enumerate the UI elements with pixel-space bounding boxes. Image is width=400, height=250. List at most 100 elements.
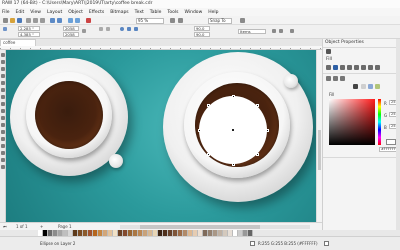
selection-node[interactable] <box>231 162 235 166</box>
width-field[interactable]: 2058 <box>63 26 79 31</box>
menu-help[interactable]: Help <box>208 10 218 15</box>
snap-to-dropdown[interactable]: Snap To <box>208 17 232 24</box>
menu-object[interactable]: Object <box>68 10 83 15</box>
color-slider-icon[interactable] <box>368 84 373 89</box>
two-color-pattern-fill-icon[interactable] <box>361 65 366 70</box>
menu-text[interactable]: Text <box>135 10 144 15</box>
color-viewer-icon[interactable] <box>361 84 366 89</box>
selection-node[interactable] <box>207 153 210 156</box>
open-folder-icon[interactable] <box>10 18 15 23</box>
selection-node[interactable] <box>197 128 201 132</box>
connector-tool-icon[interactable] <box>1 130 5 134</box>
pick-tool-icon[interactable] <box>1 53 5 57</box>
menu-edit[interactable]: Edit <box>16 10 25 15</box>
no-fill-icon[interactable] <box>326 65 331 70</box>
ellipse-tool-active-icon[interactable] <box>1 102 5 106</box>
texture-fill-icon[interactable] <box>368 65 373 70</box>
fill-options-icon[interactable] <box>326 76 331 81</box>
redo-icon[interactable] <box>57 18 62 23</box>
outline-swatch[interactable] <box>324 241 329 246</box>
menu-bitmaps[interactable]: Bitmaps <box>110 10 128 15</box>
menu-window[interactable]: Window <box>185 10 203 15</box>
crop-tool-icon[interactable] <box>1 67 5 71</box>
color-picker-field[interactable] <box>329 99 375 145</box>
shape-tool-icon[interactable] <box>1 60 5 64</box>
pie-mode-icon[interactable] <box>127 27 131 31</box>
first-page-icon[interactable]: ⏮ <box>3 224 7 229</box>
left-cup-handle[interactable] <box>109 154 123 168</box>
overprint-fill-icon[interactable] <box>340 76 345 81</box>
bitmap-pattern-fill-icon[interactable] <box>354 65 359 70</box>
zoom-level-select[interactable]: 95 % <box>136 17 164 24</box>
height-field[interactable]: 2058 <box>63 32 79 37</box>
drawing-canvas[interactable] <box>6 50 316 222</box>
interactive-fill-tool-icon[interactable] <box>1 158 5 162</box>
polygon-tool-icon[interactable] <box>1 109 5 113</box>
mirror-horizontal-icon[interactable] <box>99 27 103 31</box>
eyedropper-tool-icon[interactable] <box>1 151 5 155</box>
selection-node[interactable] <box>256 153 259 156</box>
ellipse-tool-icon[interactable] <box>3 27 7 31</box>
outline-width-select[interactable]: Items <box>238 29 266 34</box>
y-position-field[interactable]: 4.385 " <box>18 32 40 37</box>
postscript-fill-icon[interactable] <box>375 65 380 70</box>
paste-icon[interactable] <box>40 18 45 23</box>
selection-node[interactable] <box>207 104 210 107</box>
parallel-dimension-tool-icon[interactable] <box>1 123 5 127</box>
menu-table[interactable]: Table <box>150 10 162 15</box>
hue-slider[interactable] <box>378 99 381 145</box>
color-palette-icon[interactable] <box>375 84 380 89</box>
add-page-icon[interactable]: + <box>40 224 43 229</box>
ellipse-mode-icon[interactable] <box>120 27 124 31</box>
uniform-fill-icon[interactable] <box>333 65 338 70</box>
to-front-icon[interactable] <box>272 29 276 33</box>
smart-fill-tool-icon[interactable] <box>1 165 5 169</box>
document-tab[interactable]: coffee break.cdr <box>0 39 36 51</box>
convert-to-curves-icon[interactable] <box>290 29 294 33</box>
horizontal-scrollbar[interactable] <box>120 225 310 229</box>
rulers-icon[interactable] <box>178 18 183 23</box>
vector-pattern-fill-icon[interactable] <box>347 65 352 70</box>
horizontal-scroll-thumb[interactable] <box>140 225 260 229</box>
drop-shadow-tool-icon[interactable] <box>1 137 5 141</box>
docker-tabs[interactable] <box>396 39 400 230</box>
left-coffee[interactable] <box>35 81 103 149</box>
artistic-media-tool-icon[interactable] <box>1 88 5 92</box>
cut-icon[interactable] <box>26 18 31 23</box>
vertical-scroll-thumb[interactable] <box>318 130 321 170</box>
import-icon[interactable] <box>68 18 73 23</box>
selection-node[interactable] <box>265 128 269 132</box>
right-cup-handle[interactable] <box>284 74 298 88</box>
publish-pdf-icon[interactable] <box>86 18 91 23</box>
winding-fill-icon[interactable] <box>333 76 338 81</box>
menu-tools[interactable]: Tools <box>167 10 178 15</box>
save-icon[interactable] <box>17 18 22 23</box>
menu-view[interactable]: View <box>30 10 41 15</box>
lock-ratio-icon[interactable] <box>82 29 86 33</box>
x-position-field[interactable]: 2.285 " <box>18 26 40 31</box>
transparency-tool-icon[interactable] <box>1 144 5 148</box>
text-tool-icon[interactable] <box>1 116 5 120</box>
rectangle-tool-icon[interactable] <box>1 95 5 99</box>
full-screen-icon[interactable] <box>170 18 175 23</box>
start-angle-field[interactable]: 90.0 <box>194 26 210 31</box>
mirror-vertical-icon[interactable] <box>106 27 110 31</box>
undo-icon[interactable] <box>50 18 55 23</box>
eyedropper-icon[interactable] <box>353 84 358 89</box>
freehand-tool-icon[interactable] <box>1 81 5 85</box>
copy-icon[interactable] <box>33 18 38 23</box>
selection-node[interactable] <box>256 104 259 107</box>
menu-layout[interactable]: Layout <box>47 10 62 15</box>
fill-section-icon[interactable] <box>326 49 331 54</box>
end-angle-field[interactable]: 90.0 <box>194 32 210 37</box>
page-tab[interactable]: Page 1 <box>58 224 72 229</box>
menu-effects[interactable]: Effects <box>89 10 104 15</box>
options-gear-icon[interactable] <box>240 18 245 23</box>
selection-node[interactable] <box>231 94 235 98</box>
fountain-fill-icon[interactable] <box>340 65 345 70</box>
zoom-tool-icon[interactable] <box>1 74 5 78</box>
arc-mode-icon[interactable] <box>134 27 138 31</box>
to-back-icon[interactable] <box>279 29 283 33</box>
new-document-icon[interactable] <box>3 18 8 23</box>
export-icon[interactable] <box>75 18 80 23</box>
